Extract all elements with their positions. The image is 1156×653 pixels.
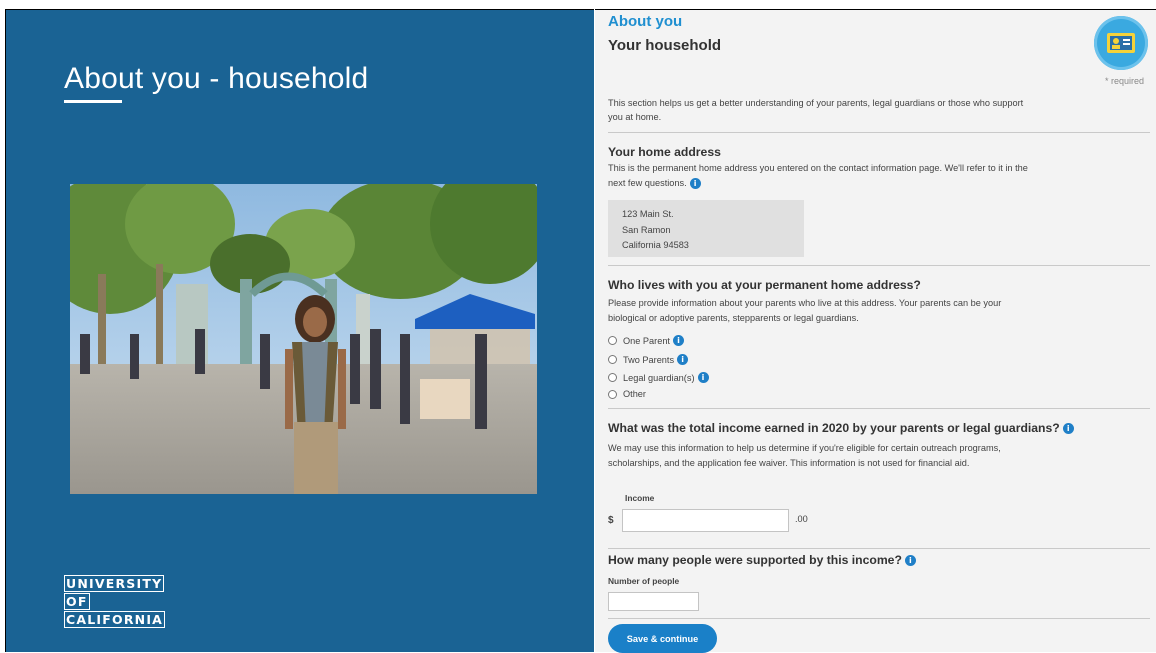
income-title: What was the total income earned in 2020… <box>608 421 1060 435</box>
info-icon[interactable]: i <box>904 555 916 567</box>
id-card-icon <box>1094 16 1148 70</box>
radio-button[interactable] <box>608 373 617 382</box>
campus-photo <box>70 184 537 494</box>
logo-line-university: UNIVERSITY <box>64 575 165 592</box>
radio-label: Other <box>623 389 646 399</box>
info-icon[interactable]: i <box>1062 423 1074 435</box>
income-label: Income <box>625 493 655 503</box>
page-title: Your household <box>608 37 722 54</box>
info-icon[interactable]: i <box>697 372 709 383</box>
income-input[interactable] <box>622 509 789 532</box>
required-note: * required <box>1105 76 1145 86</box>
address-line-1: 123 Main St. <box>622 209 674 219</box>
section-kicker: About you <box>608 13 683 30</box>
currency-symbol: $ <box>608 515 614 526</box>
screen: About you - household UNIVERSITY OF CALI… <box>0 0 1156 653</box>
address-line-2: San Ramon <box>622 224 671 235</box>
divider <box>608 132 1150 133</box>
address-line-3: California 94583 <box>622 240 689 250</box>
people-input[interactable] <box>608 592 699 611</box>
info-icon[interactable]: i <box>673 335 684 346</box>
household-form: About you Your household * required This… <box>595 9 1156 653</box>
address-box: 123 Main St. San Ramon California 94583 <box>608 200 804 257</box>
radio-option-two-parents[interactable]: Two Parents i <box>608 354 689 365</box>
home-address-description: This is the permanent home address you e… <box>608 161 1028 190</box>
campus-photo-illustration <box>70 184 537 494</box>
radio-button[interactable] <box>608 355 617 364</box>
info-icon[interactable]: i <box>677 354 689 365</box>
home-address-description-text: This is the permanent home address you e… <box>608 163 1028 188</box>
radio-label: One Parent <box>623 335 670 346</box>
divider <box>608 265 1150 266</box>
logo-line-of: OF <box>64 593 90 610</box>
radio-button[interactable] <box>608 336 617 345</box>
radio-label: Legal guardian(s) <box>623 372 695 383</box>
income-question: What was the total income earned in 2020… <box>608 421 1074 435</box>
people-title: How many people were supported by this i… <box>608 553 902 567</box>
info-icon[interactable]: i <box>689 177 701 189</box>
divider <box>608 618 1150 619</box>
who-lives-title: Who lives with you at your permanent hom… <box>608 278 921 292</box>
radio-button[interactable] <box>608 389 617 399</box>
radio-label: Two Parents <box>623 354 675 365</box>
logo-line-california: CALIFORNIA <box>64 611 166 628</box>
radio-option-one-parent[interactable]: One Parent i <box>608 335 684 346</box>
income-description: We may use this information to help us d… <box>608 443 1001 468</box>
slide-title: About you - household <box>64 62 369 95</box>
who-lives-description: Please provide information about your pa… <box>608 298 1002 323</box>
slide-panel: About you - household UNIVERSITY OF CALI… <box>5 9 594 652</box>
people-question: How many people were supported by this i… <box>608 553 916 567</box>
uc-logo: UNIVERSITY OF CALIFORNIA <box>64 575 166 629</box>
people-label: Number of people <box>608 576 680 586</box>
cents-suffix: .00 <box>795 514 808 524</box>
radio-option-legal-guardians[interactable]: Legal guardian(s) i <box>608 372 709 383</box>
divider <box>608 548 1150 549</box>
home-address-title: Your home address <box>608 145 721 159</box>
intro-text: This section helps us get a better under… <box>608 98 1024 122</box>
save-continue-button[interactable]: Save & continue <box>608 624 717 653</box>
title-underline <box>64 100 122 103</box>
radio-option-other[interactable]: Other <box>608 389 646 399</box>
divider <box>608 408 1150 409</box>
